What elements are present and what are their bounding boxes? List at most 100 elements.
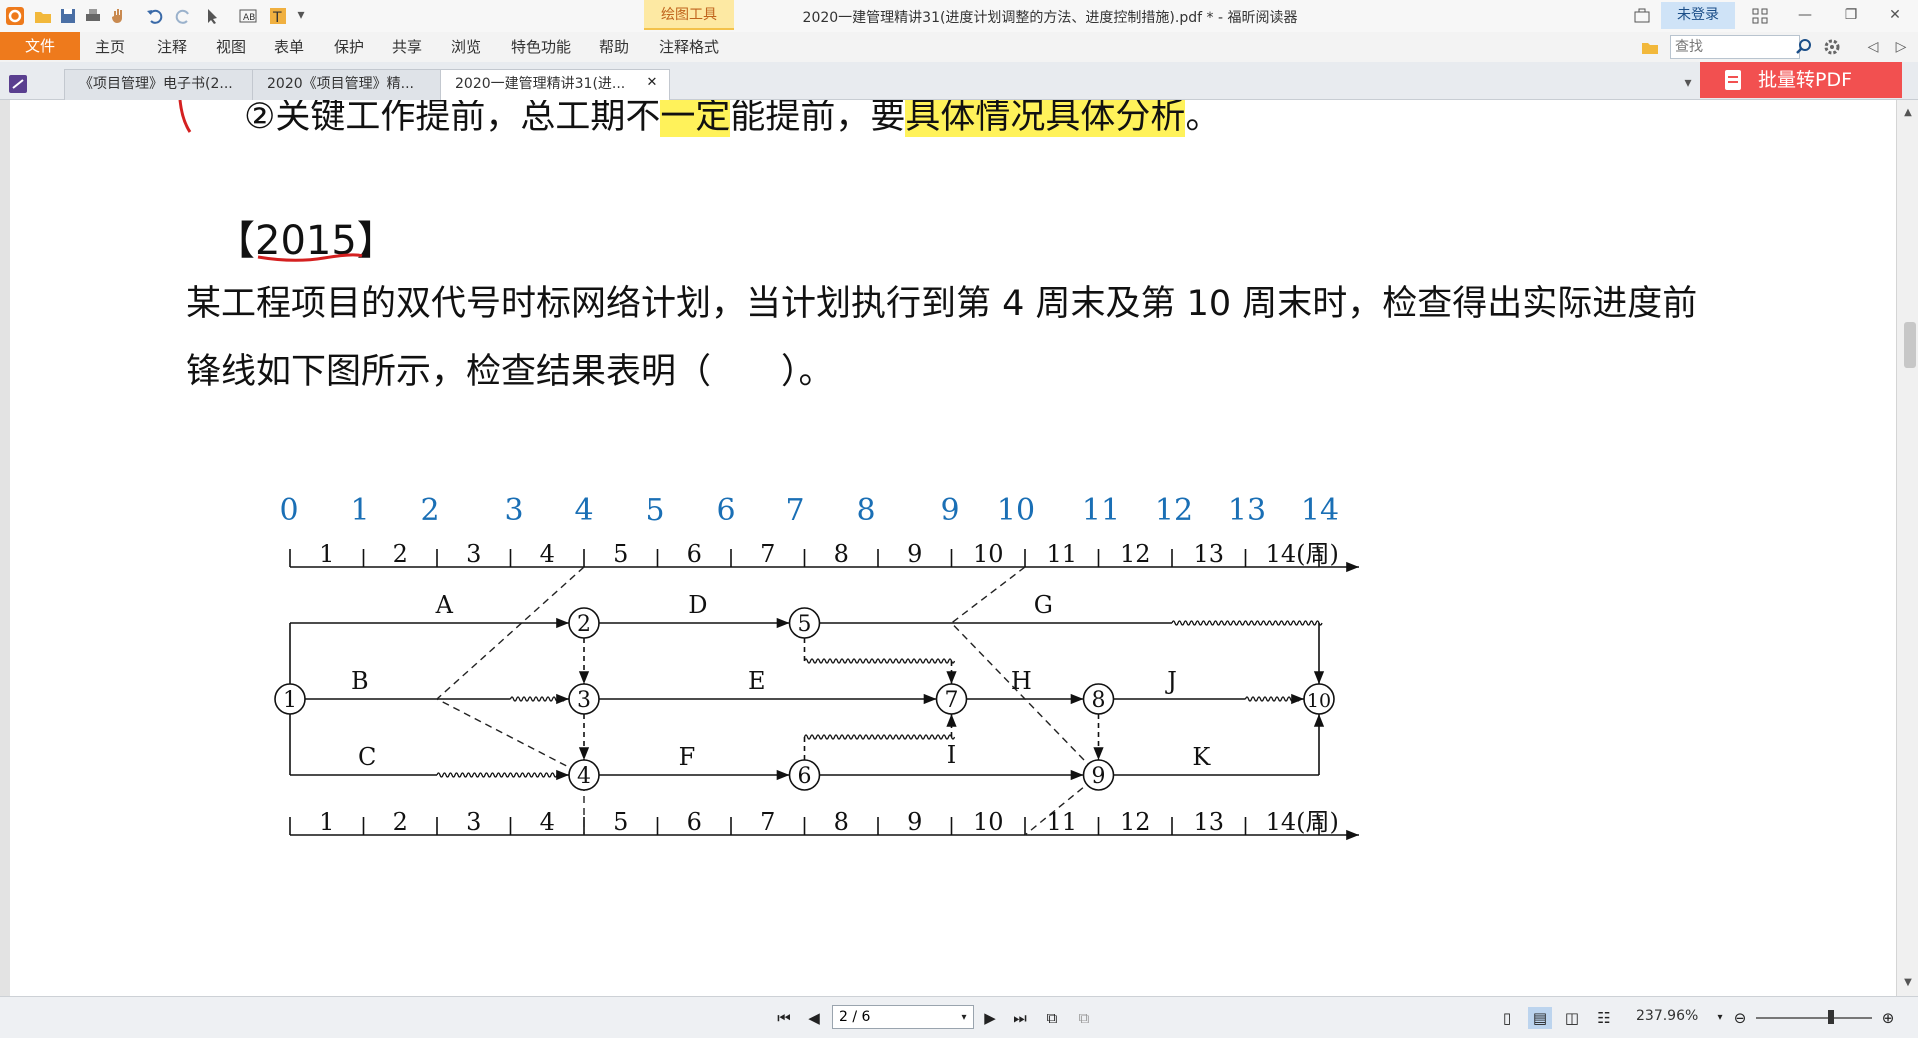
single-page-view-icon[interactable]: ▯ [1495, 1007, 1519, 1029]
bottom-scale-label-5: 5 [613, 808, 628, 836]
document-tab-bar: 《项目管理》电子书(2... 2020《项目管理》精... 2020一建管理精讲… [0, 62, 1918, 100]
continuous-view-icon[interactable]: ▤ [1528, 1007, 1552, 1029]
find-folder-icon[interactable] [1640, 37, 1660, 57]
open-folder-icon[interactable] [33, 6, 53, 26]
annotated-week-number-9: 9 [940, 493, 959, 528]
top-scale-label-11: 11 [1046, 540, 1077, 568]
pdf-document-icon [1725, 70, 1741, 90]
top-scale-label-14: 14(周) [1266, 540, 1339, 568]
menu-comment-format[interactable]: 注释格式 [659, 32, 719, 62]
continuous-facing-view-icon[interactable]: ☷ [1592, 1007, 1616, 1029]
print-icon[interactable] [83, 6, 103, 26]
foxit-menu-icon[interactable] [8, 74, 28, 94]
forward-arrow-icon[interactable]: ▷ [1890, 38, 1912, 56]
close-tab-icon[interactable]: ✕ [641, 74, 663, 92]
activity-arrows [289, 617, 1325, 781]
menu-comment[interactable]: 注释 [157, 32, 187, 62]
activity-label-f: F [679, 743, 696, 771]
next-view-icon[interactable]: ⧉ [1072, 1007, 1096, 1029]
menu-features[interactable]: 特色功能 [511, 32, 571, 62]
top-scale-label-2: 2 [393, 540, 408, 568]
arrow-j-free-float [1244, 696, 1301, 702]
last-page-icon[interactable]: ⏭ [1008, 1007, 1032, 1029]
menu-file[interactable]: 文件 [0, 32, 80, 60]
menu-browse[interactable]: 浏览 [451, 32, 481, 62]
previous-view-icon[interactable]: ⧉ [1040, 1007, 1064, 1029]
activity-label-c: C [358, 743, 376, 771]
bottom-scale-label-1: 1 [319, 808, 334, 836]
facing-view-icon[interactable]: ◫ [1560, 1007, 1584, 1029]
login-button[interactable]: 未登录 [1661, 2, 1735, 29]
menu-help[interactable]: 帮助 [599, 32, 629, 62]
scrollbar-thumb[interactable] [1904, 322, 1916, 368]
node-label-8: 8 [1092, 688, 1106, 713]
zoom-slider-track[interactable] [1756, 1017, 1872, 1019]
menu-view[interactable]: 视图 [216, 32, 246, 62]
undo-icon[interactable] [145, 6, 165, 26]
close-window-icon[interactable]: ✕ [1884, 6, 1906, 24]
menu-protect[interactable]: 保护 [334, 32, 364, 62]
node-label-5: 5 [798, 612, 812, 637]
search-icon[interactable] [1794, 37, 1814, 57]
arrow-c-free-float [436, 772, 564, 778]
app-logo-icon[interactable] [5, 6, 25, 26]
tab-lecture-31[interactable]: 2020一建管理精讲31(进... [440, 69, 670, 100]
top-scale-label-13: 13 [1193, 540, 1224, 568]
first-page-icon[interactable]: ⏮ [772, 1007, 796, 1029]
node-label-7: 7 [945, 688, 959, 713]
restore-icon[interactable]: ❐ [1840, 6, 1862, 24]
node-label-10: 10 [1307, 690, 1331, 712]
hand-tool-icon[interactable] [108, 6, 128, 26]
settings-gear-icon[interactable] [1822, 37, 1842, 57]
select-tool-icon[interactable] [203, 6, 223, 26]
tab-project-management[interactable]: 2020《项目管理》精... [252, 69, 442, 100]
annotated-week-number-1: 1 [350, 493, 369, 528]
activity-label-g: G [1034, 591, 1053, 619]
menu-form[interactable]: 表单 [274, 32, 304, 62]
batch-convert-pdf-button[interactable]: 批量转PDF [1700, 62, 1902, 98]
vertical-scrollbar[interactable] [1896, 100, 1918, 996]
text-box-icon[interactable]: AB [238, 6, 258, 26]
top-scale-label-5: 5 [613, 540, 628, 568]
annotated-week-numbers: 0 1 2 3 4 5 6 7 8 9 10 11 12 13 14 [279, 493, 1339, 528]
node-label-6: 6 [798, 764, 812, 789]
minimize-icon[interactable]: — [1794, 6, 1816, 24]
zoom-slider-thumb[interactable] [1828, 1010, 1834, 1024]
activity-label-b: B [351, 667, 369, 695]
previous-page-icon[interactable]: ◀ [802, 1007, 826, 1029]
bottom-scale-label-4: 4 [540, 808, 555, 836]
node-label-4: 4 [577, 764, 591, 789]
annotated-week-number-5: 5 [645, 493, 664, 528]
next-page-icon[interactable]: ▶ [978, 1007, 1002, 1029]
activity-label-d: D [688, 591, 707, 619]
document-viewport[interactable]: ②关键工作提前，总工期不一定能提前，要具体情况具体分析。 【2015】 某工程项… [0, 100, 1918, 996]
typewriter-icon[interactable]: T [268, 6, 288, 26]
red-underline-annotation [257, 253, 363, 262]
menu-share[interactable]: 共享 [392, 32, 422, 62]
window-title: 2020一建管理精讲31(进度计划调整的方法、进度控制措施).pdf * - 福… [802, 10, 1298, 26]
previous-page-text-line: ②关键工作提前，总工期不一定能提前，要具体情况具体分析。 [244, 100, 1220, 139]
back-arrow-icon[interactable]: ◁ [1862, 38, 1884, 56]
bottom-scale-label-13: 13 [1193, 808, 1224, 836]
zoom-in-icon[interactable]: ⊕ [1876, 1007, 1900, 1029]
scroll-up-icon[interactable]: ▲ [1897, 104, 1918, 122]
annotated-week-number-7: 7 [785, 493, 804, 528]
bottom-scale-label-11: 11 [1046, 808, 1077, 836]
tab-ebook[interactable]: 《项目管理》电子书(2... [64, 69, 254, 100]
search-input[interactable]: 查找 [1670, 35, 1800, 59]
menu-home[interactable]: 主页 [95, 32, 125, 62]
tab-list-chevron-down-icon[interactable]: ▾ [1677, 74, 1699, 92]
scroll-down-icon[interactable]: ▼ [1897, 974, 1918, 992]
node-label-9: 9 [1092, 764, 1106, 789]
layout-grid-icon[interactable] [1750, 6, 1770, 26]
save-icon[interactable] [58, 6, 78, 26]
customize-toolbar-icon[interactable]: ▾ [290, 6, 312, 24]
page-dropdown-chevron-down-icon[interactable]: ▾ [952, 1007, 976, 1029]
annotated-week-number-4: 4 [574, 493, 593, 528]
zoom-out-icon[interactable]: ⊖ [1728, 1007, 1752, 1029]
notification-icon[interactable] [1632, 6, 1652, 26]
redo-icon[interactable] [173, 6, 193, 26]
dummy-5-7-free-float [803, 658, 956, 664]
activity-labels: A B C D E F G H I J K [351, 591, 1211, 771]
zoom-level[interactable]: 237.96% [1636, 1008, 1698, 1024]
